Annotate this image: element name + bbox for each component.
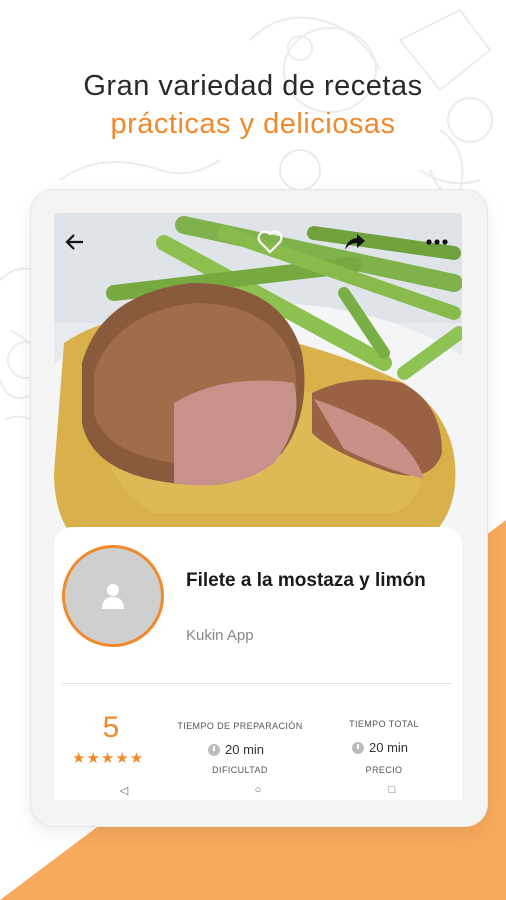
total-time-label: TIEMPO TOTAL <box>349 719 419 729</box>
arrow-left-icon <box>65 234 83 250</box>
divider <box>62 683 452 684</box>
favorite-button[interactable] <box>257 229 283 255</box>
app-screen: Filete a la mostaza y limón Kukin App 5 … <box>54 213 462 799</box>
nav-recent-apps-button[interactable]: □ <box>385 784 399 796</box>
share-icon <box>345 234 365 250</box>
recipe-title: Filete a la mostaza y limón <box>186 570 426 591</box>
clock-icon <box>208 743 220 756</box>
recipe-photo <box>54 213 462 543</box>
headline-line-1: Gran variedad de recetas <box>83 70 423 102</box>
headline-line-2: prácticas y deliciosas <box>110 108 396 140</box>
more-dots-icon <box>426 239 448 245</box>
share-button[interactable] <box>342 229 368 255</box>
nav-home-button[interactable]: ○ <box>251 784 265 796</box>
system-navigation-bar: ◁ ○ □ <box>54 780 462 800</box>
clock-icon <box>352 741 364 754</box>
user-placeholder-icon <box>102 584 124 609</box>
heart-outline-icon <box>257 230 283 254</box>
prep-time-text: 20 min <box>225 742 265 757</box>
prep-time-value: 20 min <box>208 742 264 757</box>
author-avatar[interactable] <box>62 545 164 647</box>
difficulty-label: DIFICULTAD <box>212 765 268 775</box>
back-button[interactable] <box>62 229 88 255</box>
recipe-author[interactable]: Kukin App <box>186 627 254 644</box>
rating-stars: ★★★★★ <box>72 750 145 767</box>
more-options-button[interactable] <box>424 229 450 255</box>
total-time-value: 20 min <box>352 740 408 755</box>
recipe-card: Filete a la mostaza y limón Kukin App 5 … <box>54 527 462 799</box>
rating-value: 5 <box>102 711 120 744</box>
prep-time-label: TIEMPO DE PREPARACIÓN <box>177 721 303 731</box>
total-time-text: 20 min <box>369 740 409 755</box>
nav-back-button[interactable]: ◁ <box>117 784 131 797</box>
price-label: PRECIO <box>365 765 403 775</box>
